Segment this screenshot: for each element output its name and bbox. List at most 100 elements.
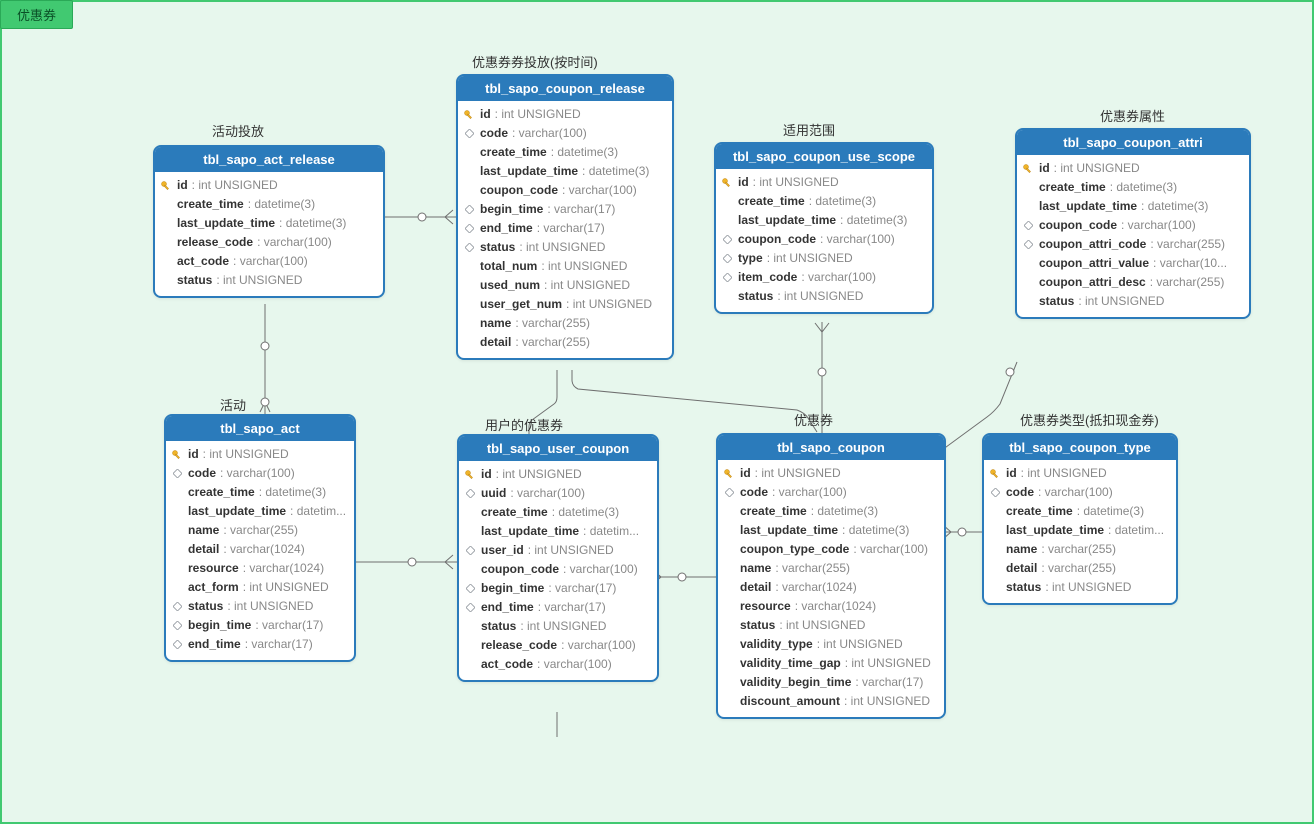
column-name: create_time	[740, 502, 807, 521]
index-icon	[465, 243, 474, 252]
column-type: : varchar(255)	[515, 333, 590, 352]
column-name: create_time	[177, 195, 244, 214]
primary-key-icon	[989, 468, 1001, 480]
column-row: status: int UNSIGNED	[159, 271, 377, 290]
column-name: id	[738, 173, 749, 192]
primary-key-icon	[1022, 163, 1034, 175]
column-type: : varchar(100)	[220, 464, 295, 483]
column-name: name	[480, 314, 511, 333]
primary-key-icon	[721, 177, 733, 189]
entity-header: tbl_sapo_user_coupon	[459, 436, 657, 461]
index-icon	[723, 254, 732, 263]
column-row: begin_time: varchar(17)	[462, 200, 666, 219]
column-name: create_time	[481, 503, 548, 522]
entity-coupon-type[interactable]: tbl_sapo_coupon_typeid: int UNSIGNEDcode…	[982, 433, 1178, 605]
column-name: status	[188, 597, 223, 616]
column-row: coupon_code: varchar(100)	[720, 230, 926, 249]
label-attri: 优惠券属性	[1100, 106, 1165, 125]
column-row: validity_type: int UNSIGNED	[722, 635, 938, 654]
column-row: user_id: int UNSIGNED	[463, 541, 651, 560]
column-type: : int UNSIGNED	[1054, 159, 1140, 178]
index-icon	[991, 488, 1000, 497]
column-type: : datetime(3)	[840, 211, 907, 230]
column-name: last_update_time	[1006, 521, 1104, 540]
index-icon	[465, 205, 474, 214]
column-name: user_id	[481, 541, 524, 560]
column-type: : varchar(100)	[233, 252, 308, 271]
entity-act[interactable]: tbl_sapo_actid: int UNSIGNEDcode: varcha…	[164, 414, 356, 662]
column-name: begin_time	[480, 200, 543, 219]
column-row: coupon_code: varchar(100)	[462, 181, 666, 200]
er-diagram-frame: 优惠券	[0, 0, 1314, 824]
label-coupon-release: 优惠券券投放(按时间)	[472, 52, 598, 71]
label-user-coupon: 用户的优惠券	[485, 415, 563, 434]
column-type: : int UNSIGNED	[779, 616, 865, 635]
column-name: resource	[740, 597, 791, 616]
column-name: create_time	[1039, 178, 1106, 197]
column-type: : int UNSIGNED	[528, 541, 614, 560]
column-type: : varchar(1024)	[223, 540, 304, 559]
column-type: : datetim...	[583, 522, 639, 541]
column-type: : int UNSIGNED	[520, 617, 606, 636]
column-name: release_code	[481, 636, 557, 655]
index-icon	[466, 584, 475, 593]
column-name: code	[1006, 483, 1034, 502]
entity-header: tbl_sapo_coupon	[718, 435, 944, 460]
column-type: : varchar(1024)	[795, 597, 876, 616]
column-row: coupon_type_code: varchar(100)	[722, 540, 938, 559]
column-type: : datetime(3)	[811, 502, 878, 521]
column-name: resource	[188, 559, 239, 578]
entity-columns: id: int UNSIGNEDcreate_time: datetime(3)…	[1017, 155, 1249, 317]
column-row: last_update_time: datetime(3)	[722, 521, 938, 540]
column-name: name	[188, 521, 219, 540]
column-type: : datetime(3)	[552, 503, 619, 522]
primary-key-icon	[723, 468, 735, 480]
column-row: total_num: int UNSIGNED	[462, 257, 666, 276]
entity-act-release[interactable]: tbl_sapo_act_releaseid: int UNSIGNEDcrea…	[153, 145, 385, 298]
column-name: id	[480, 105, 491, 124]
index-icon	[466, 489, 475, 498]
column-row: coupon_attri_desc: varchar(255)	[1021, 273, 1243, 292]
column-type: : varchar(100)	[853, 540, 928, 559]
entity-coupon-release[interactable]: tbl_sapo_coupon_releaseid: int UNSIGNEDc…	[456, 74, 674, 360]
column-row: coupon_attri_code: varchar(255)	[1021, 235, 1243, 254]
column-row: code: varchar(100)	[722, 483, 938, 502]
column-row: release_code: varchar(100)	[463, 636, 651, 655]
column-type: : varchar(100)	[801, 268, 876, 287]
column-name: discount_amount	[740, 692, 840, 711]
column-type: : int UNSIGNED	[227, 597, 313, 616]
column-type: : varchar(100)	[561, 636, 636, 655]
column-row: status: int UNSIGNED	[722, 616, 938, 635]
column-type: : varchar(100)	[562, 181, 637, 200]
column-name: detail	[740, 578, 771, 597]
column-row: id: int UNSIGNED	[720, 173, 926, 192]
entity-attri[interactable]: tbl_sapo_coupon_attriid: int UNSIGNEDcre…	[1015, 128, 1251, 319]
column-row: create_time: datetime(3)	[463, 503, 651, 522]
column-name: coupon_attri_value	[1039, 254, 1149, 273]
column-name: detail	[1006, 559, 1037, 578]
entity-use-scope[interactable]: tbl_sapo_coupon_use_scopeid: int UNSIGNE…	[714, 142, 934, 314]
column-type: : varchar(17)	[255, 616, 323, 635]
column-type: : varchar(1024)	[243, 559, 324, 578]
column-name: release_code	[177, 233, 253, 252]
column-name: coupon_code	[480, 181, 558, 200]
entity-user-coupon[interactable]: tbl_sapo_user_couponid: int UNSIGNEDuuid…	[457, 434, 659, 682]
column-type: : int UNSIGNED	[753, 173, 839, 192]
column-row: name: varchar(255)	[988, 540, 1170, 559]
column-name: coupon_attri_desc	[1039, 273, 1146, 292]
column-type: : datetime(3)	[809, 192, 876, 211]
index-icon	[725, 488, 734, 497]
column-row: status: int UNSIGNED	[988, 578, 1170, 597]
column-row: begin_time: varchar(17)	[170, 616, 348, 635]
column-row: last_update_time: datetim...	[988, 521, 1170, 540]
column-row: status: int UNSIGNED	[170, 597, 348, 616]
column-type: : datetime(3)	[259, 483, 326, 502]
column-row: status: int UNSIGNED	[1021, 292, 1243, 311]
index-icon	[465, 129, 474, 138]
column-name: status	[480, 238, 515, 257]
column-row: detail: varchar(255)	[462, 333, 666, 352]
column-type: : datetime(3)	[551, 143, 618, 162]
entity-coupon[interactable]: tbl_sapo_couponid: int UNSIGNEDcode: var…	[716, 433, 946, 719]
column-row: create_time: datetime(3)	[1021, 178, 1243, 197]
column-name: uuid	[481, 484, 506, 503]
